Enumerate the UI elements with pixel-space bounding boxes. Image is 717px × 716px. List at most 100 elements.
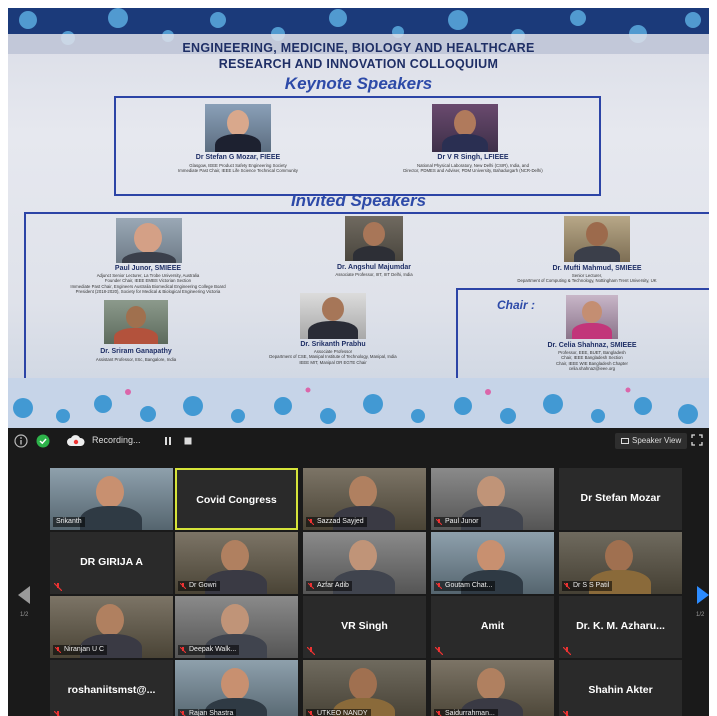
muted-mic-icon	[308, 711, 314, 716]
participant-tile[interactable]: Paul Junor	[431, 468, 554, 530]
participant-tile[interactable]: Shahin Akter	[559, 660, 682, 716]
participant-video-head	[477, 668, 505, 700]
speaker-desc: National Physical Laboratory, New Delhi …	[403, 163, 543, 174]
participant-name-text: Srikanth	[56, 518, 82, 525]
video-meeting-window: Recording... Speaker View 1/2 1/2 Srikan…	[8, 428, 709, 716]
virus-banner-bottom	[8, 378, 709, 428]
muted-mic-icon	[54, 711, 60, 716]
keynote-heading: Keynote Speakers	[284, 74, 433, 93]
participant-name-label: Goutam Chat...	[434, 581, 496, 591]
participant-video-head	[477, 540, 505, 572]
stop-recording-icon[interactable]	[184, 437, 192, 445]
participant-name-label: Paul Junor	[434, 517, 482, 527]
participant-name-center: Amit	[480, 620, 505, 632]
cloud-recording-icon	[67, 435, 85, 446]
muted-mic-icon	[307, 647, 315, 655]
speaker-name: Dr V R Singh, LFIEEE	[437, 154, 509, 161]
invited-heading: Invited Speakers	[290, 191, 427, 210]
fullscreen-icon[interactable]	[691, 434, 703, 446]
speaker-desc: Adjunct Senior Lecturer, La Trobe Univer…	[70, 273, 226, 295]
participant-tile[interactable]: UTKEO NANDY	[303, 660, 426, 716]
participant-name-label: Niranjan U C	[53, 645, 108, 655]
info-icon[interactable]	[14, 434, 28, 448]
page-indicator-left: 1/2	[20, 612, 29, 618]
muted-mic-icon	[436, 711, 442, 716]
participant-name-text: Paul Junor	[445, 518, 479, 525]
speaker-name: Dr. Sriram Ganapathy	[100, 348, 172, 355]
speaker-name: Dr. Mufti Mahmud, SMIEEE	[552, 265, 642, 272]
grid-icon	[621, 437, 629, 444]
participant-video-head	[477, 476, 505, 508]
participant-tile[interactable]: Azfar Adib	[303, 532, 426, 594]
chair-name: Dr. Celia Shahnaz, SMIEEE	[547, 342, 637, 349]
speaker-photo	[345, 216, 403, 261]
participant-tile[interactable]: Deepak Walk...	[175, 596, 298, 658]
speaker-name: Dr. Angshul Majumdar	[336, 264, 412, 271]
speaker-photo	[566, 295, 618, 339]
title-line-1: ENGINEERING, MEDICINE, BIOLOGY AND HEALT…	[182, 41, 535, 55]
speaker-photo	[300, 293, 366, 339]
speaker-name: Dr Stefan G Mozar, FIEEE	[195, 154, 281, 161]
speaker-photo	[104, 300, 168, 344]
participant-video-head	[349, 476, 377, 508]
participant-name-text: UTKEO NANDY	[317, 710, 368, 716]
participant-name-text: Niranjan U C	[64, 646, 105, 653]
muted-mic-icon	[563, 711, 569, 716]
invited-frame-bottom	[24, 288, 458, 384]
speaker-photo	[564, 216, 630, 262]
page-indicator-right: 1/2	[696, 612, 705, 618]
participant-tile[interactable]: Goutam Chat...	[431, 532, 554, 594]
participant-tile[interactable]: Rajan Shastra	[175, 660, 298, 716]
muted-mic-icon	[435, 647, 443, 655]
speaker-name: Dr. Srikanth Prabhu	[300, 341, 366, 348]
conference-title: ENGINEERING, MEDICINE, BIOLOGY AND HEALT…	[8, 40, 709, 72]
conference-poster: ENGINEERING, MEDICINE, BIOLOGY AND HEALT…	[8, 8, 709, 428]
participant-tile[interactable]: Dr Stefan Mozar	[559, 468, 682, 530]
participant-tile[interactable]: Saidurrahman...	[431, 660, 554, 716]
speaker-desc: Associate Professor, IIIT, IIIT Delhi, I…	[335, 272, 413, 277]
speaker-view-button[interactable]: Speaker View	[615, 433, 688, 449]
participant-name-center: Dr Stefan Mozar	[580, 492, 661, 504]
participant-name-center: roshaniitsmst@...	[67, 684, 156, 696]
chair-desc: Professor, EEE, BUET, Bangladesh Chair, I…	[556, 350, 628, 372]
security-shield-icon[interactable]	[36, 434, 50, 448]
participant-name-text: Goutam Chat...	[445, 582, 493, 589]
speaker-desc: Assistant Professor, IISc, Bangalore, In…	[95, 357, 177, 362]
participant-name-text: Sazzad Sayjed	[317, 518, 364, 525]
participant-name-text: Dr Gowri	[189, 582, 217, 589]
participant-tile[interactable]: Dr. K. M. Azharu...	[559, 596, 682, 658]
speaker-desc: Associate Professor Department of CSE, Ma…	[269, 349, 397, 365]
participant-name-text: Azfar Adib	[317, 582, 349, 589]
participant-tile[interactable]: Niranjan U C	[50, 596, 173, 658]
participant-name-center: Covid Congress	[196, 494, 277, 506]
participant-video-body	[80, 506, 142, 530]
participant-name-text: Saidurrahman...	[445, 710, 495, 716]
keynote-frame	[114, 96, 601, 196]
participant-name-label: UTKEO NANDY	[306, 709, 371, 716]
participant-tile[interactable]: DR GIRIJA A	[50, 532, 173, 594]
participant-video-head	[349, 540, 377, 572]
participant-tile[interactable]: Dr S S Patil	[559, 532, 682, 594]
participant-name-text: Deepak Walk...	[189, 646, 237, 653]
participant-tile[interactable]: VR Singh	[303, 596, 426, 658]
participant-video-head	[221, 604, 249, 636]
participant-video-head	[96, 476, 124, 508]
participant-tile[interactable]: Dr Gowri	[175, 532, 298, 594]
participant-tile[interactable]: Srikanth	[50, 468, 173, 530]
title-line-2: RESEARCH AND INNOVATION COLLOQUIUM	[218, 57, 499, 71]
participant-name-label: Deepak Walk...	[178, 645, 240, 655]
participant-tile[interactable]: Amit	[431, 596, 554, 658]
muted-mic-icon	[308, 519, 314, 525]
muted-mic-icon	[564, 583, 570, 589]
muted-mic-icon	[308, 583, 314, 589]
participant-tile[interactable]: Sazzad Sayjed	[303, 468, 426, 530]
previous-page-arrow[interactable]	[18, 586, 30, 604]
muted-mic-icon	[180, 583, 186, 589]
participant-tile[interactable]: Covid Congress	[175, 468, 298, 530]
pause-recording-icon[interactable]	[164, 437, 172, 445]
participant-tile[interactable]: roshaniitsmst@...	[50, 660, 173, 716]
participant-video-head	[221, 540, 249, 572]
next-page-arrow[interactable]	[697, 586, 709, 604]
muted-mic-icon	[563, 647, 571, 655]
participant-name-label: Dr S S Patil	[562, 581, 613, 591]
